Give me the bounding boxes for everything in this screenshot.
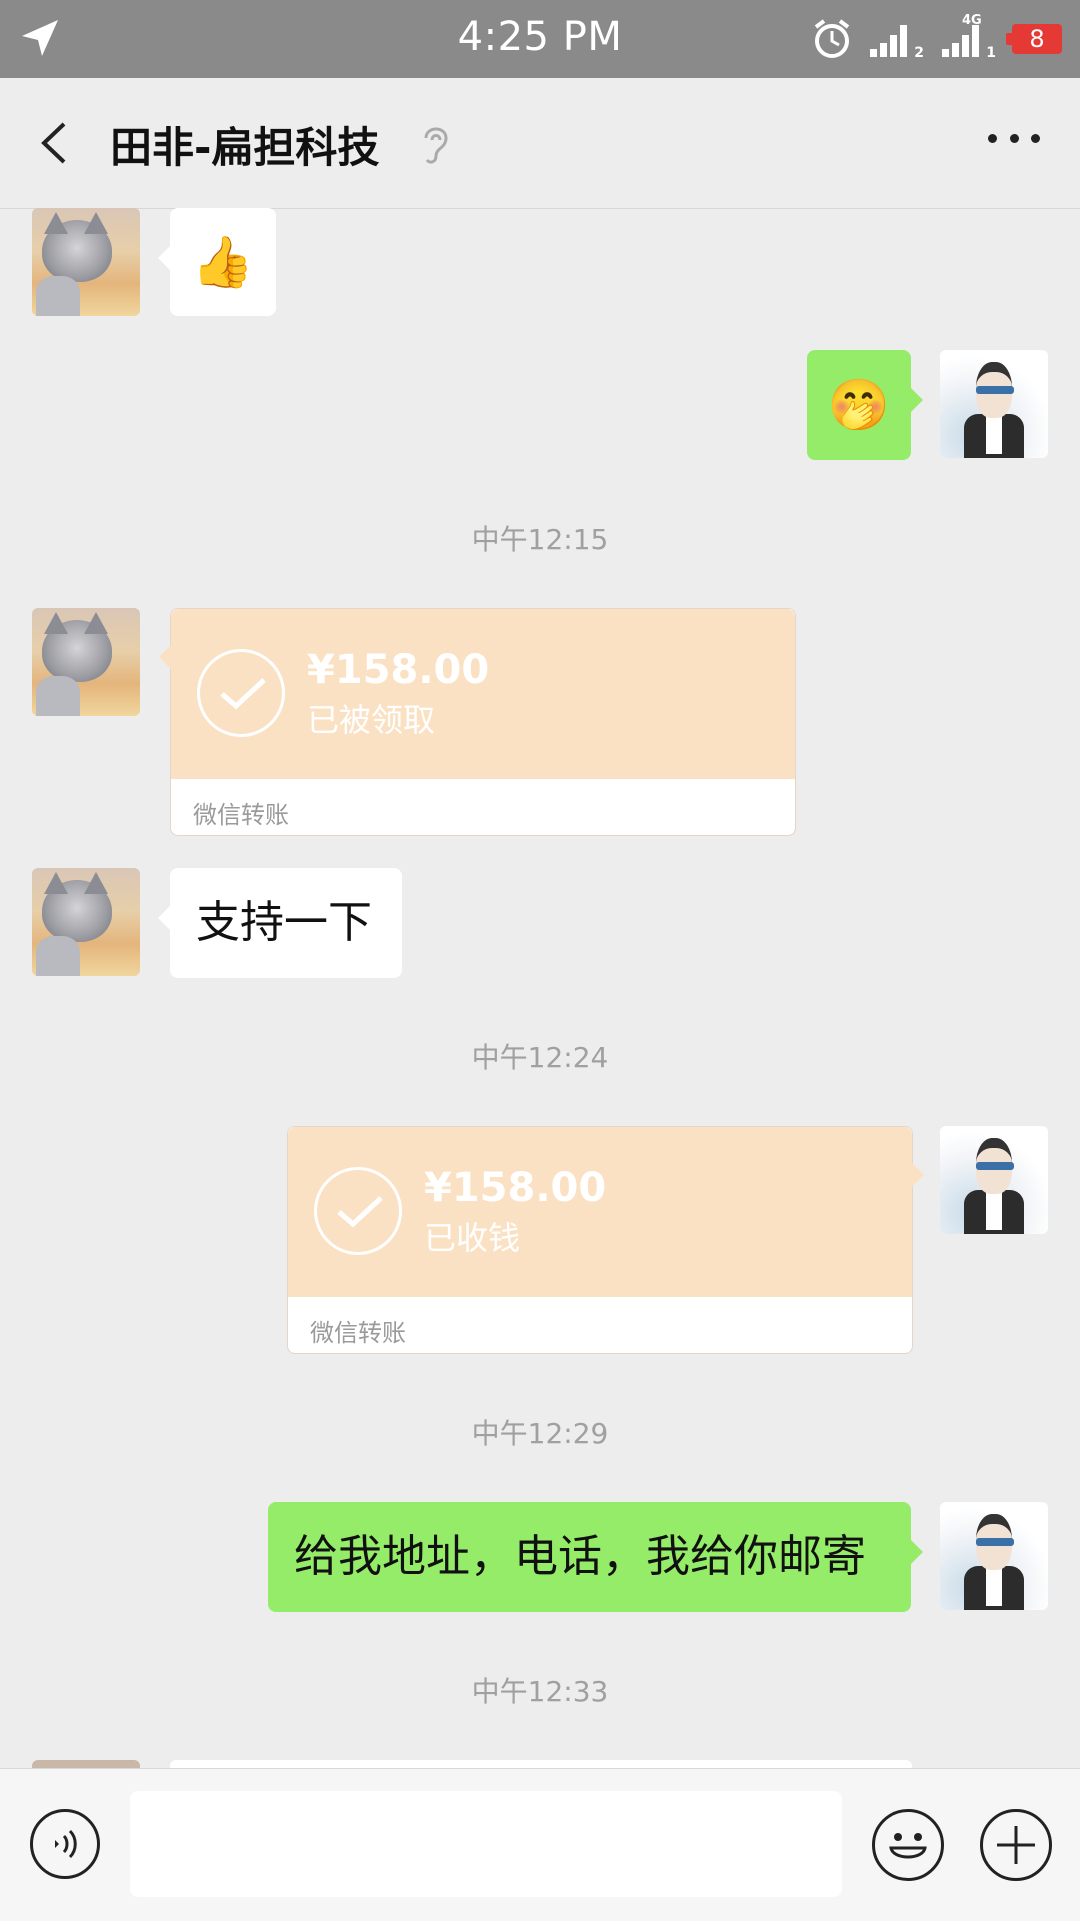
signal-sim-number: 2 — [914, 45, 924, 61]
timestamp: 中午12:29 — [471, 1417, 609, 1450]
input-bar — [0, 1768, 1080, 1921]
contact-avatar[interactable] — [32, 1760, 140, 1768]
transfer-amount: ¥158.00 — [424, 1165, 607, 1211]
back-chevron-icon[interactable] — [34, 118, 74, 168]
plus-icon[interactable] — [980, 1809, 1052, 1881]
voice-icon[interactable] — [30, 1809, 100, 1879]
signal-strength-4g-icon: 4G 1 — [940, 13, 998, 61]
received-bubble-partial[interactable] — [170, 1760, 912, 1768]
transfer-amount: ¥158.00 — [307, 647, 490, 693]
transfer-card[interactable]: ¥158.00 已收钱 微信转账 — [287, 1126, 924, 1354]
network-type-label: 4G — [962, 13, 982, 28]
timestamp: 中午12:24 — [471, 1041, 609, 1074]
check-icon — [314, 1167, 402, 1255]
emoji-icon[interactable] — [872, 1809, 944, 1881]
status-icons: 2 4G 1 8 — [810, 13, 1062, 64]
transfer-label: 微信转账 — [193, 801, 289, 829]
ear-icon — [424, 127, 448, 164]
self-avatar[interactable] — [940, 1502, 1048, 1610]
self-avatar[interactable] — [940, 1126, 1048, 1234]
timestamp: 中午12:15 — [471, 523, 609, 556]
sent-text-bubble[interactable]: 给我地址，电话，我给你邮寄 — [268, 1502, 923, 1612]
contact-avatar[interactable] — [32, 868, 140, 976]
message-input[interactable] — [130, 1791, 842, 1897]
transfer-status: 已收钱 — [424, 1219, 521, 1257]
chat-title: 田非-扁担科技 — [110, 123, 380, 172]
self-avatar[interactable] — [940, 350, 1048, 458]
received-emoji-bubble[interactable]: 👍 — [158, 208, 276, 316]
signal-strength-icon: 2 — [868, 19, 926, 61]
received-text-bubble[interactable]: 支持一下 — [158, 868, 402, 978]
battery-indicator: 8 — [1006, 24, 1062, 54]
transfer-status: 已被领取 — [307, 701, 436, 739]
signal-sim-number: 1 — [986, 45, 996, 61]
chat-header: 田非-扁担科技 — [0, 78, 1080, 209]
check-icon — [197, 649, 285, 737]
sent-emoji-bubble[interactable]: 🤭 — [807, 350, 923, 460]
alarm-clock-icon — [814, 19, 850, 58]
transfer-label: 微信转账 — [310, 1319, 406, 1347]
transfer-card[interactable]: ¥158.00 已被领取 微信转账 — [159, 608, 796, 836]
more-dots-icon[interactable] — [988, 134, 1040, 148]
status-bar: 4:25 PM 2 4G 1 8 — [0, 0, 1080, 78]
contact-avatar[interactable] — [32, 608, 140, 716]
timestamp: 中午12:33 — [471, 1675, 609, 1708]
contact-avatar[interactable] — [32, 208, 140, 316]
